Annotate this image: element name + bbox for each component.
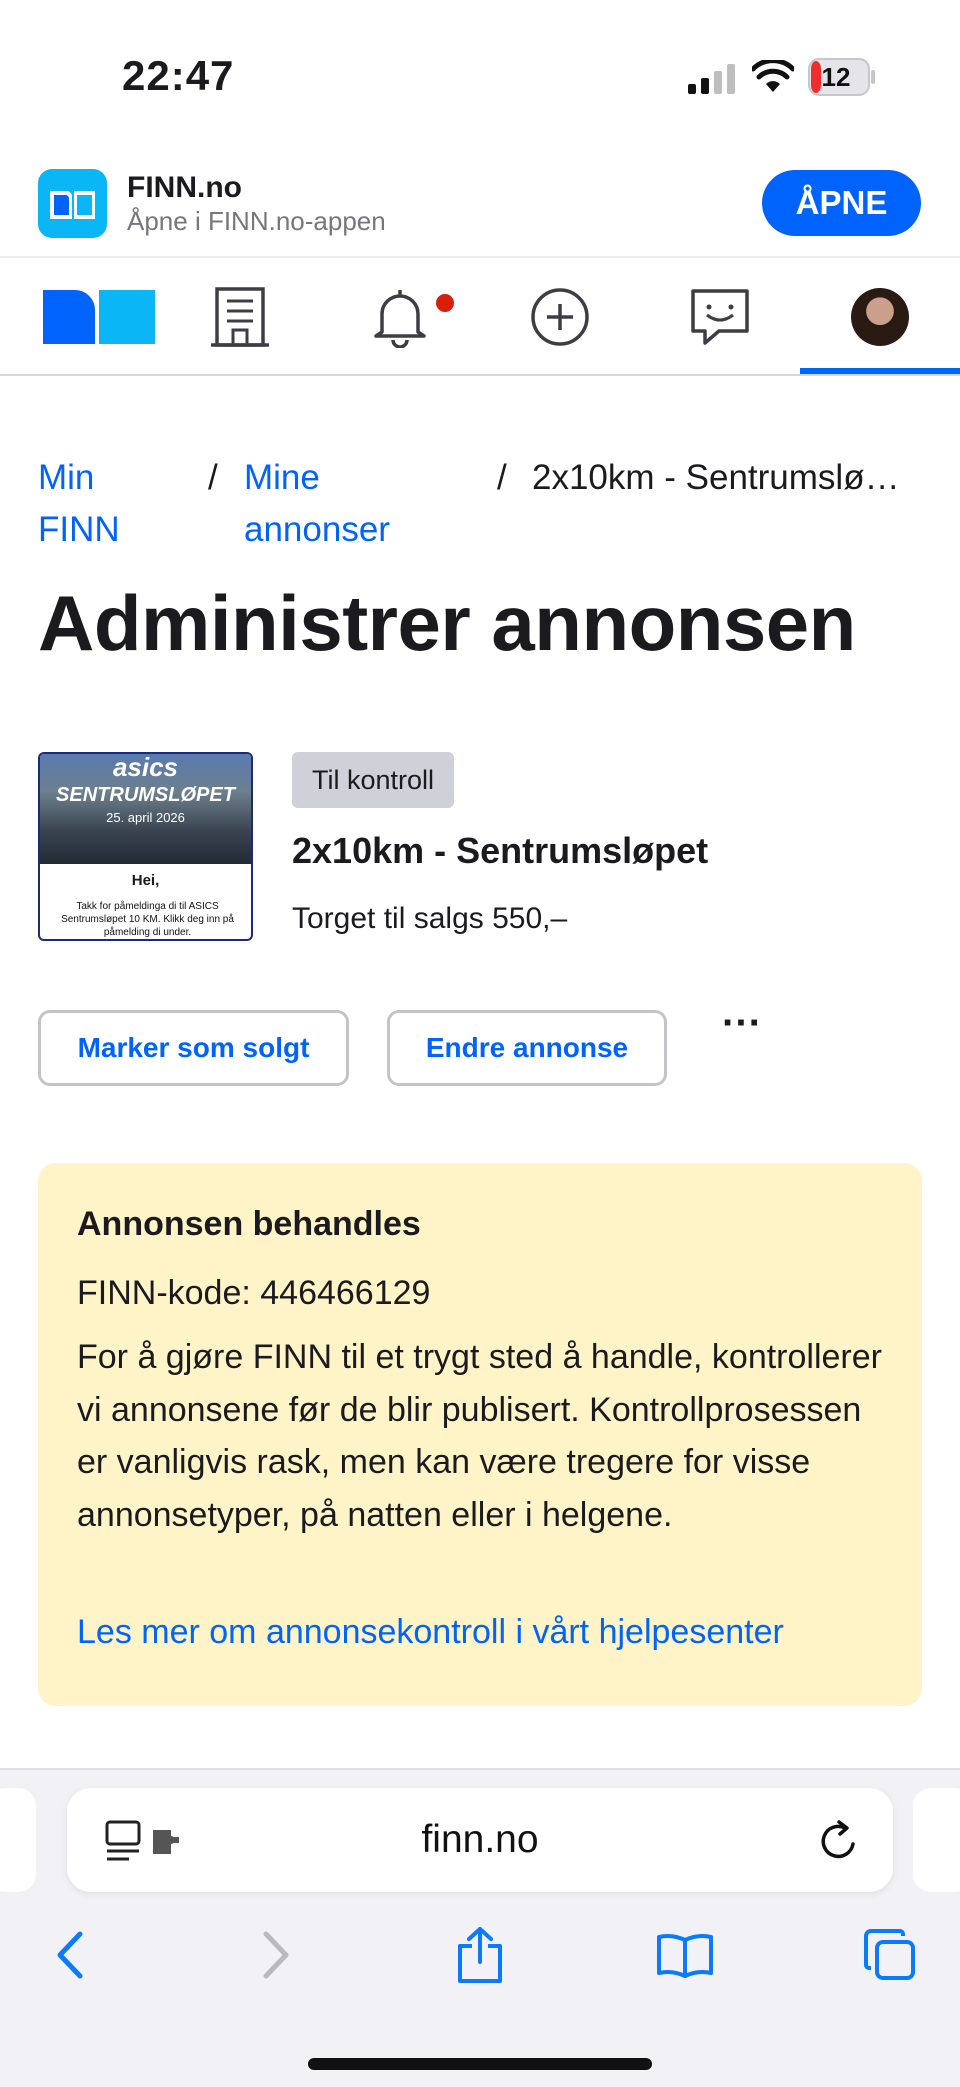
nav-messages[interactable] <box>680 258 760 376</box>
avatar <box>851 288 909 346</box>
bookmarks-icon <box>657 1934 713 1978</box>
back-button[interactable] <box>34 1920 104 1990</box>
status-time: 22:47 <box>122 52 235 99</box>
back-icon <box>57 1931 83 1979</box>
breadcrumb-separator: / <box>208 458 218 497</box>
status-bar: 22:47 12 <box>0 0 960 155</box>
forward-button[interactable] <box>242 1920 312 1990</box>
battery-level: 12 <box>821 62 851 92</box>
finn-app-icon <box>38 169 107 238</box>
thumbnail-greeting: Hei, <box>131 872 160 889</box>
more-options-button[interactable]: ··· <box>720 1003 764 1052</box>
building-icon <box>211 287 269 347</box>
top-nav <box>0 258 960 376</box>
nav-notifications[interactable] <box>360 258 454 376</box>
breadcrumb-separator: / <box>497 458 507 497</box>
home-indicator <box>308 2058 652 2070</box>
ad-thumbnail[interactable]: asics SENTRUMSLØPET 25. april 2026 Hei, … <box>38 752 253 941</box>
bookmarks-button[interactable] <box>650 1920 720 1990</box>
banner-app-name: FINN.no <box>127 171 242 204</box>
notification-dot <box>436 294 454 312</box>
thumbnail-headline: SENTRUMSLØPET <box>56 784 235 806</box>
plus-icon <box>531 288 589 346</box>
edit-ad-button[interactable]: Endre annonse <box>387 1010 667 1086</box>
page-title: Administrer annonsen <box>38 579 856 667</box>
notice-body: For å gjøre FINN til et trygt sted å han… <box>77 1338 882 1534</box>
tabs-icon <box>864 1929 915 1980</box>
mark-sold-button[interactable]: Marker som solgt <box>38 1010 349 1086</box>
nav-active-indicator <box>800 368 960 374</box>
processing-notice: Annonsen behandles FINN-kode: 446466129 … <box>38 1163 922 1706</box>
app-banner: FINN.no Åpne i FINN.no-appen ÅPNE <box>0 155 960 258</box>
share-icon <box>458 1927 502 1983</box>
chat-icon <box>691 289 749 345</box>
ad-title[interactable]: 2x10km - Sentrumsløpet <box>292 830 708 872</box>
share-button[interactable] <box>445 1920 515 1990</box>
url-text: finn.no <box>421 1818 539 1861</box>
nav-business[interactable] <box>200 258 280 376</box>
bell-icon <box>374 290 426 348</box>
banner-subtitle: Åpne i FINN.no-appen <box>127 206 386 236</box>
next-tab-edge[interactable] <box>913 1788 960 1892</box>
finn-code: FINN-kode: 446466129 <box>77 1274 431 1312</box>
nav-home[interactable] <box>38 258 158 376</box>
status-badge: Til kontroll <box>292 752 455 808</box>
previous-tab-edge[interactable] <box>0 1788 36 1892</box>
notice-title: Annonsen behandles <box>77 1205 421 1243</box>
finn-logo <box>43 290 155 344</box>
breadcrumb-min-finn[interactable]: Min FINN <box>38 452 148 556</box>
help-center-link[interactable]: Les mer om annonsekontroll i vårt hjelpe… <box>77 1613 784 1652</box>
reload-icon[interactable] <box>819 1820 859 1862</box>
nav-profile[interactable] <box>840 258 920 376</box>
breadcrumb-mine-annonser[interactable]: Mine annonser <box>244 452 419 556</box>
browser-toolbar: finn.no <box>0 1768 960 2087</box>
page: 22:47 12 FINN.no Åpne i FINN.no-appen ÅP… <box>0 0 960 2087</box>
address-bar[interactable]: finn.no <box>67 1788 893 1892</box>
open-app-button[interactable]: ÅPNE <box>762 170 921 236</box>
cellular-signal-icon <box>688 64 735 94</box>
thumbnail-date: 25. april 2026 <box>106 810 185 825</box>
tabs-button[interactable] <box>855 1920 925 1990</box>
breadcrumb-current: 2x10km - Sentrumslø… <box>532 458 900 497</box>
thumbnail-brand: asics <box>112 752 179 782</box>
nav-new-ad[interactable] <box>520 258 600 376</box>
wifi-icon <box>752 60 794 92</box>
thumbnail-text: Takk for påmeldinga di til ASICS Sentrum… <box>61 901 234 938</box>
forward-icon <box>263 1931 289 1979</box>
ad-price: Torget til salgs 550,– <box>292 902 568 935</box>
